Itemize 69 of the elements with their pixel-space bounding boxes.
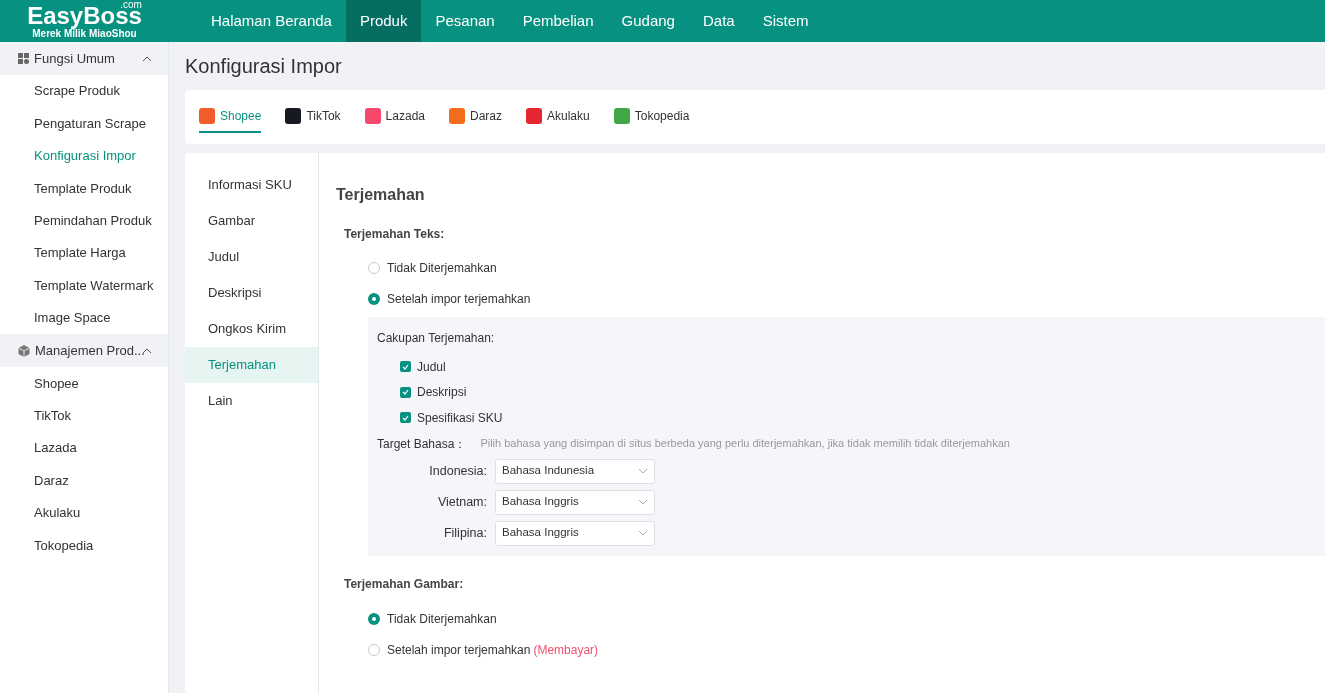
checkbox-label: Deskripsi xyxy=(417,384,467,402)
sidebar-group-header[interactable]: Fungsi Umum xyxy=(0,42,168,75)
checkbox[interactable] xyxy=(400,412,411,424)
platform-tab[interactable]: Lazada xyxy=(364,101,425,133)
nav-item[interactable]: Sistem xyxy=(748,0,823,42)
nav-item[interactable]: Pesanan xyxy=(421,0,509,42)
sidebar-item[interactable]: Template Watermark xyxy=(0,269,168,302)
chevron-down-icon xyxy=(638,530,648,536)
nav-item[interactable]: Pembelian xyxy=(508,0,608,42)
radio-label: Tidak Diterjemahkan xyxy=(387,611,497,628)
sidebar-item[interactable]: Image Space xyxy=(0,301,168,335)
select-field[interactable]: Bahasa Indunesia xyxy=(495,458,655,484)
sidebar-item[interactable]: Lazada xyxy=(0,431,168,465)
grid-icon xyxy=(18,53,29,64)
field-label: Target Bahasa： xyxy=(377,435,467,453)
sidebar-item[interactable]: Template Harga xyxy=(0,236,168,270)
sidebar-item[interactable]: Konfigurasi Impor xyxy=(0,139,168,173)
field-label: Vietnam: xyxy=(436,493,488,511)
select-field[interactable]: Bahasa Inggris xyxy=(495,489,655,515)
field-label: Filipina: xyxy=(442,524,488,542)
radio-button[interactable] xyxy=(368,613,380,625)
radio-label: Setelah impor terjemahkan xyxy=(387,290,531,308)
sidebar-item[interactable]: Akulaku xyxy=(0,496,168,530)
sidebar-item[interactable]: Shopee xyxy=(0,367,168,400)
section-nav-item[interactable]: Judul xyxy=(185,239,318,275)
sidebar-item[interactable]: Daraz xyxy=(0,464,168,497)
platform-tab[interactable]: TikTok xyxy=(285,101,341,133)
section-nav-item[interactable]: Terjemahan xyxy=(185,347,318,383)
hint-text: Pilih bahasa yang disimpan di situs berbeda yang perlu diterjemahkan, jika tidak memilih tidak diterjemahkan xyxy=(480,436,1010,452)
sidebar-item[interactable]: TikTok xyxy=(0,399,168,432)
sidebar-item[interactable]: Scrape Produk xyxy=(0,75,168,108)
platform-tab[interactable]: Akulaku xyxy=(526,101,590,133)
logo[interactable]: EasyBoss .com Merek Milik MiaoShou xyxy=(0,0,169,42)
section-nav-item[interactable]: Ongkos Kirim xyxy=(185,311,318,347)
sidebar-item[interactable]: Pengaturan Scrape xyxy=(0,107,168,140)
sidebar-item[interactable]: Tokopedia xyxy=(0,529,168,562)
radio-button[interactable] xyxy=(368,644,380,656)
radio-label: Setelah impor terjemahkan (Membayar) xyxy=(387,642,599,659)
field-label: Indonesia: xyxy=(428,462,488,480)
sidebar-group-header[interactable]: Manajemen Prod... xyxy=(0,334,168,368)
checkbox-label: Judul xyxy=(417,358,446,376)
section-heading: Terjemahan xyxy=(336,185,426,205)
platform-tab[interactable]: Tokopedia xyxy=(613,101,690,133)
nav-item[interactable]: Halaman Beranda xyxy=(197,0,346,42)
field-label: Cakupan Terjemahan: xyxy=(377,330,496,347)
section-nav-item[interactable]: Deskripsi xyxy=(185,275,318,311)
cube-icon xyxy=(18,344,30,357)
radio-button[interactable] xyxy=(368,261,380,274)
nav-item[interactable]: Gudang xyxy=(607,0,689,42)
sidebar-item[interactable]: Template Produk xyxy=(0,172,168,205)
checkbox-label: Spesifikasi SKU xyxy=(417,409,503,427)
section-nav-item[interactable]: Gambar xyxy=(185,203,318,239)
chevron-down-icon xyxy=(638,468,648,474)
page-title: Konfigurasi Impor xyxy=(185,54,343,79)
section-nav-item[interactable]: Informasi SKU xyxy=(185,167,318,203)
platform-tab[interactable]: Daraz xyxy=(449,101,502,133)
select-field[interactable]: Bahasa Inggris xyxy=(495,520,655,546)
platform-tab[interactable]: Shopee xyxy=(199,101,262,133)
nav-item[interactable]: Data xyxy=(688,0,749,42)
sidebar-item[interactable]: Pemindahan Produk xyxy=(0,204,168,237)
chevron-down-icon xyxy=(638,499,648,505)
radio-label: Tidak Diterjemahkan xyxy=(387,259,497,277)
radio-button[interactable] xyxy=(368,292,380,305)
nav-item[interactable]: Produk xyxy=(345,0,422,42)
field-label: Terjemahan Teks: xyxy=(343,226,446,243)
section-nav-item[interactable]: Lain xyxy=(185,383,318,419)
field-label: Terjemahan Gambar: xyxy=(343,575,465,593)
checkbox[interactable] xyxy=(400,386,411,398)
checkbox[interactable] xyxy=(400,361,411,373)
